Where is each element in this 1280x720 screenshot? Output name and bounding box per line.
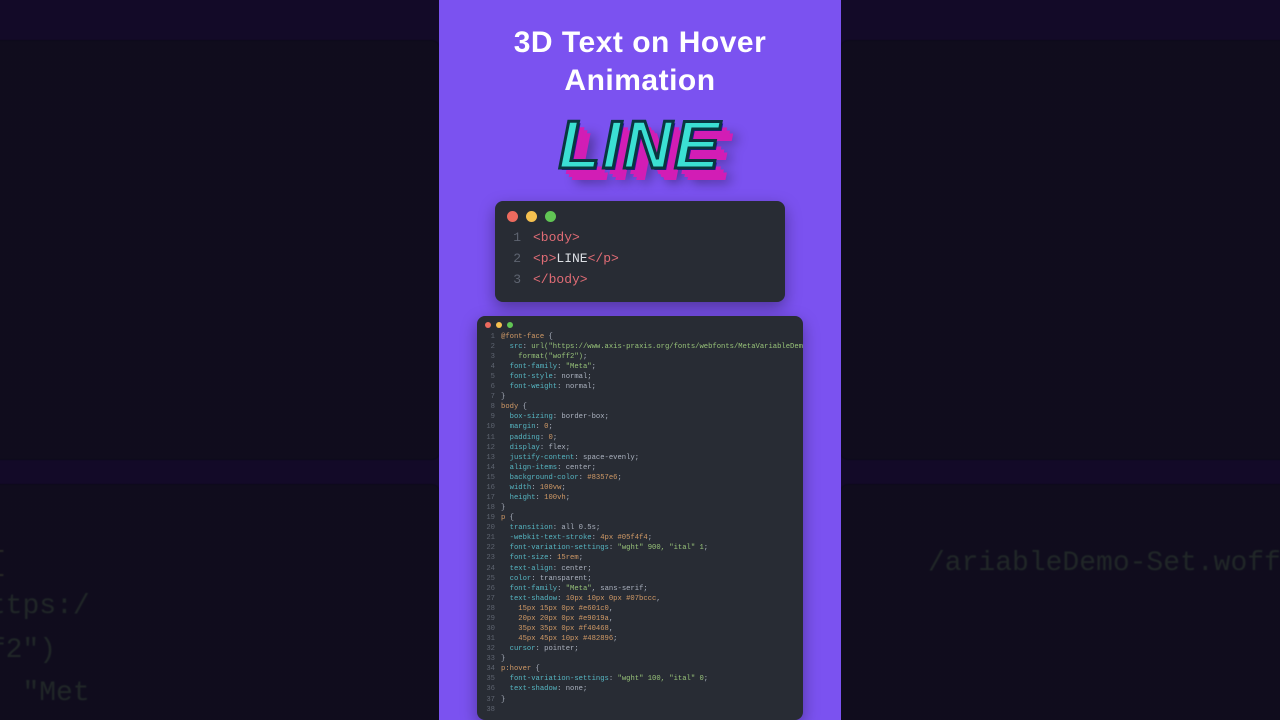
code-line: 1<body> xyxy=(501,228,775,249)
code-line: 33} xyxy=(481,654,795,664)
code-line: 36 text-shadow: none; xyxy=(481,684,795,694)
window-traffic-lights xyxy=(495,201,785,226)
code-line: 18} xyxy=(481,503,795,513)
code-line: 21 -webkit-text-stroke: 4px #05f4f4; xyxy=(481,533,795,543)
bg-code-line: 2 <p> xyxy=(0,198,420,266)
code-line: 31 45px 45px 10px #482896; xyxy=(481,634,795,644)
code-block-html: 1<body>2 <p>LINE</p>3</body> xyxy=(495,226,785,302)
code-line: 7} xyxy=(481,392,795,402)
code-line: 38 xyxy=(481,705,795,715)
code-line: 23 font-size: 15rem; xyxy=(481,553,795,563)
code-line: 16 width: 100vw; xyxy=(481,483,795,493)
code-line: 35 font-variation-settings: "wght" 100, … xyxy=(481,674,795,684)
traffic-light-red-icon xyxy=(485,322,491,328)
code-line: 13 justify-content: space-evenly; xyxy=(481,453,795,463)
code-line: 20 transition: all 0.5s; xyxy=(481,523,795,533)
code-line: 25 color: transparent; xyxy=(481,574,795,584)
code-line: 32 cursor: pointer; xyxy=(481,644,795,654)
code-line: 2 src: url("https://www.axis-praxis.org/… xyxy=(481,342,795,352)
code-line: 30 35px 35px 0px #f40468, xyxy=(481,624,795,634)
bg-code-line: 3 format("woff2") xyxy=(0,629,420,672)
code-line: 28 15px 15px 0px #e601c0, xyxy=(481,604,795,614)
code-line: 12 display: flex; xyxy=(481,443,795,453)
code-line: 3 format("woff2"); xyxy=(481,352,795,362)
code-line: 2 <p>LINE</p> xyxy=(501,249,775,270)
code-line: 29 20px 20px 0px #e9019a, xyxy=(481,614,795,624)
center-column: 3D Text on Hover Animation LINE 1<body>2… xyxy=(439,0,841,720)
code-line: 24 text-align: center; xyxy=(481,564,795,574)
code-line: 5 font-style: normal; xyxy=(481,372,795,382)
code-line: 37} xyxy=(481,695,795,705)
window-traffic-lights xyxy=(477,316,803,330)
traffic-light-yellow-icon xyxy=(526,211,537,222)
code-line: 3</body> xyxy=(501,270,775,291)
bg-code-panel-top-left: 1<body2 <p>3</bo xyxy=(0,40,440,460)
bg-code-line: 1@font-face { xyxy=(0,542,420,585)
code-line: 26 font-family: "Meta", sans-serif; xyxy=(481,584,795,594)
bg-code-fragment: /ariableDemo-Set.woff2") xyxy=(928,542,1280,585)
code-line: 27 text-shadow: 10px 10px 0px #07bccc, xyxy=(481,594,795,604)
page-title: 3D Text on Hover Animation xyxy=(514,24,767,99)
code-line: 1@font-face { xyxy=(481,332,795,342)
bg-code-panel-top-right xyxy=(840,40,1280,460)
bg-code-line: 3</bo xyxy=(0,266,420,334)
code-card-css: 1@font-face {2 src: url("https://www.axi… xyxy=(477,316,803,720)
code-block-css: 1@font-face {2 src: url("https://www.axi… xyxy=(477,330,803,720)
bg-code-line: 1<body xyxy=(0,130,420,198)
bg-code-panel-bottom-left: 1@font-face {2 src: url("https:/3 format… xyxy=(0,484,440,720)
traffic-light-green-icon xyxy=(545,211,556,222)
traffic-light-red-icon xyxy=(507,211,518,222)
traffic-light-green-icon xyxy=(507,322,513,328)
code-line: 22 font-variation-settings: "wght" 900, … xyxy=(481,543,795,553)
code-line: 17 height: 100vh; xyxy=(481,493,795,503)
demo-3d-text: LINE xyxy=(559,111,722,179)
window-traffic-lights xyxy=(0,40,440,130)
traffic-light-yellow-icon xyxy=(496,322,502,328)
bg-code-line: 2 src: url("https:/ xyxy=(0,585,420,628)
code-line: 34p:hover { xyxy=(481,664,795,674)
bg-code-line: 5 font-style: norma xyxy=(0,716,420,720)
code-line: 15 background-color: #8357e6; xyxy=(481,473,795,483)
bg-code-panel-bottom-right: 2/ariableDemo-Set.woff2") xyxy=(840,484,1280,720)
code-line: 6 font-weight: normal; xyxy=(481,382,795,392)
code-card-html: 1<body>2 <p>LINE</p>3</body> xyxy=(495,201,785,302)
code-line: 11 padding: 0; xyxy=(481,433,795,443)
bg-code-line: 4 font-family: "Met xyxy=(0,672,420,715)
window-traffic-lights xyxy=(0,484,440,542)
code-line: 4 font-family: "Meta"; xyxy=(481,362,795,372)
code-line: 8body { xyxy=(481,402,795,412)
code-line: 9 box-sizing: border-box; xyxy=(481,412,795,422)
code-line: 14 align-items: center; xyxy=(481,463,795,473)
code-line: 10 margin: 0; xyxy=(481,422,795,432)
code-line: 19p { xyxy=(481,513,795,523)
